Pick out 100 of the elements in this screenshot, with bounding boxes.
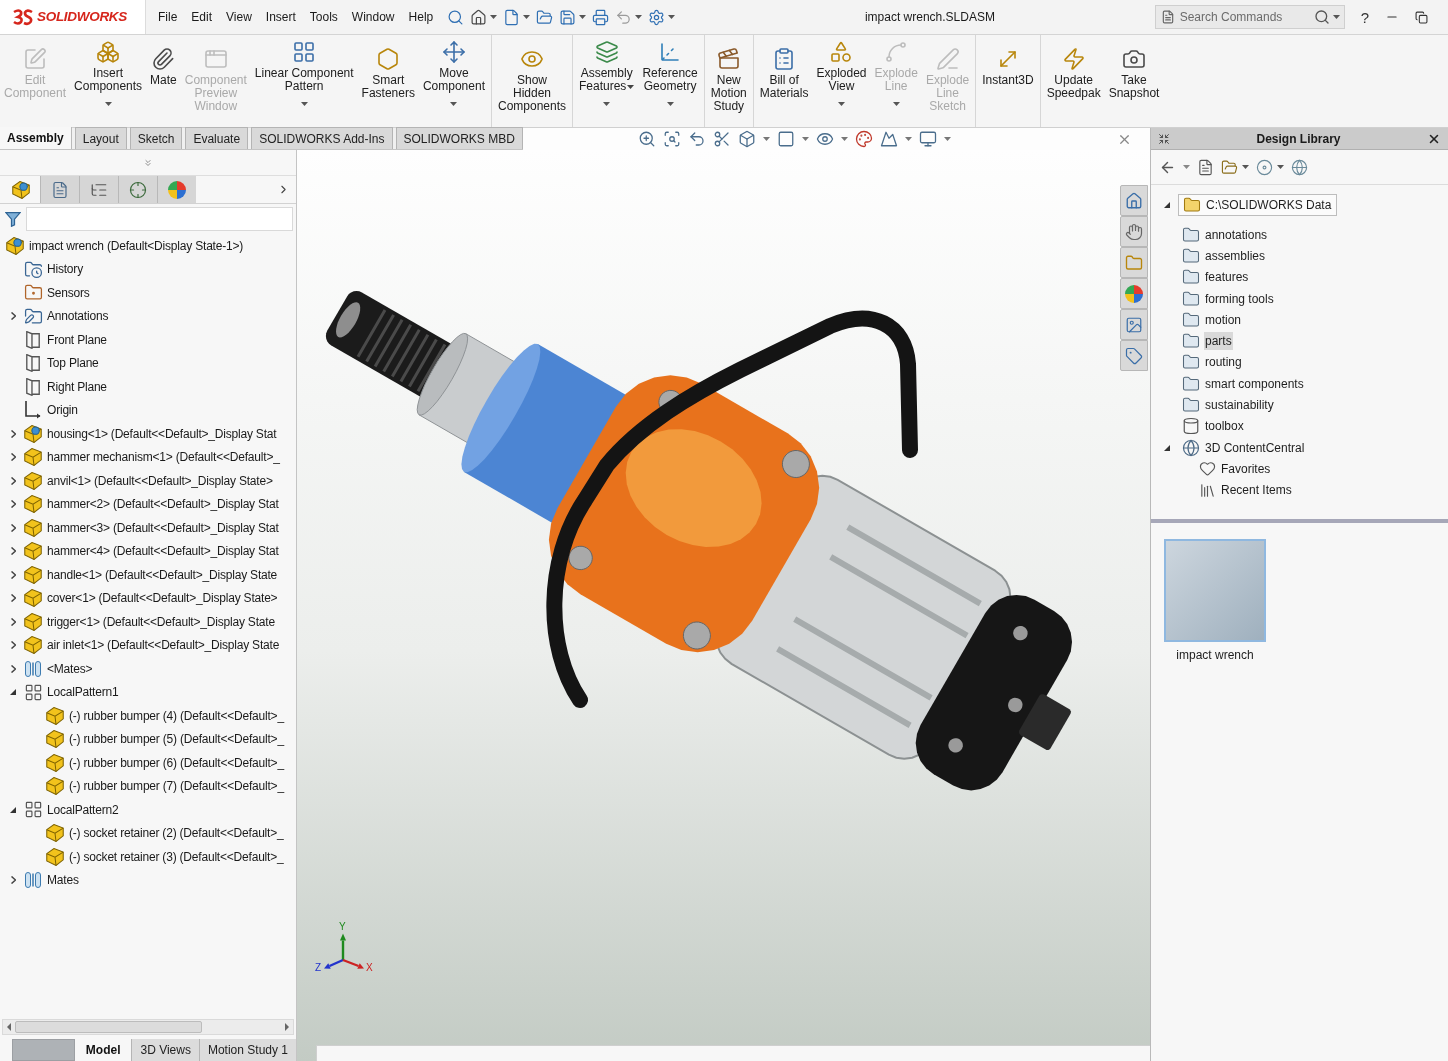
library-item[interactable]: sustainability (1204, 396, 1275, 414)
panel-tab[interactable] (79, 176, 118, 203)
chevron-right-icon[interactable] (10, 500, 16, 509)
library-item[interactable]: motion (1204, 310, 1243, 329)
search-icon[interactable] (447, 8, 465, 26)
tree-item[interactable]: Right Plane (47, 377, 107, 396)
caret-icon[interactable] (904, 137, 912, 141)
bottom-tab[interactable]: 3D Views (131, 1039, 199, 1061)
tree-item[interactable]: Sensors (47, 283, 90, 302)
shrink-icon[interactable] (1158, 132, 1170, 145)
chevron-right-icon[interactable] (10, 664, 16, 673)
triangle-down-icon[interactable] (1164, 202, 1170, 208)
library-item[interactable]: features (1204, 268, 1250, 287)
ribbon-button[interactable]: Assembly Features (575, 35, 639, 127)
filter-field[interactable] (26, 207, 293, 231)
tree-item[interactable]: hammer<4> (Default<<Default>_Display Stat (47, 542, 279, 561)
triangle-down-icon[interactable] (1164, 444, 1170, 451)
caret-icon[interactable] (579, 15, 587, 19)
printer-icon[interactable] (592, 8, 610, 26)
tree-item[interactable]: <Mates> (47, 659, 93, 678)
menu-item[interactable]: File (158, 8, 178, 26)
task-pane-tab[interactable] (1120, 185, 1148, 216)
tree-item[interactable]: Mates (47, 871, 79, 890)
caret-icon[interactable] (1183, 165, 1190, 169)
tree-item[interactable]: (-) socket retainer (3) (Default<<Default>_ (69, 847, 284, 866)
mountain-icon[interactable] (879, 130, 898, 148)
tree-item[interactable]: Annotations (47, 307, 109, 326)
triangle-down-icon[interactable] (10, 689, 16, 696)
scan-search-icon[interactable] (662, 130, 681, 148)
file-icon[interactable] (503, 8, 521, 26)
disc-icon[interactable] (1256, 158, 1273, 176)
caret-icon[interactable] (762, 137, 770, 141)
triangle-down-icon[interactable] (10, 806, 16, 813)
command-tab[interactable]: SOLIDWORKS Add-Ins (251, 127, 393, 149)
tree-item[interactable]: air inlet<1> (Default<<Default>_Display State (47, 636, 280, 655)
tree-item[interactable]: anvil<1> (Default<<Default>_Display State> (47, 471, 273, 490)
magnifier-icon[interactable] (637, 130, 656, 148)
house-icon[interactable] (470, 8, 488, 26)
menu-item[interactable]: Insert (265, 8, 296, 26)
ribbon-button[interactable]: Linear Component Pattern (250, 35, 358, 127)
square-icon[interactable] (776, 130, 795, 148)
horizontal-scrollbar[interactable] (2, 1019, 294, 1035)
tree-item[interactable]: (-) rubber bumper (6) (Default<<Default>_ (69, 753, 284, 772)
chevron-right-icon[interactable] (10, 617, 16, 626)
ribbon-button[interactable]: New Motion Study (706, 35, 751, 127)
tree-item[interactable]: hammer mechanism<1> (Default<<Default>_ (47, 448, 280, 467)
caret-icon[interactable] (668, 15, 676, 19)
chevron-right-icon[interactable] (10, 641, 16, 650)
filter-icon[interactable] (5, 211, 21, 227)
chevron-right-icon[interactable] (10, 312, 16, 321)
library-item[interactable]: assemblies (1204, 246, 1267, 265)
bottom-tab[interactable]: Motion Study 1 (198, 1039, 296, 1061)
caret-icon[interactable] (490, 15, 498, 19)
library-item[interactable]: C:\SOLIDWORKS Data (1205, 196, 1333, 214)
caret-icon[interactable] (943, 137, 951, 141)
caret-icon[interactable] (523, 15, 531, 19)
library-item[interactable]: smart components (1204, 374, 1305, 393)
scrollbar-thumb[interactable] (15, 1021, 202, 1033)
ribbon-button[interactable]: Smart Fasteners (357, 35, 419, 127)
task-pane-tab[interactable] (1120, 309, 1148, 340)
palette-icon[interactable] (854, 130, 873, 148)
chevron-right-icon[interactable] (10, 570, 16, 579)
menu-item[interactable]: View (226, 8, 252, 26)
library-item[interactable]: 3D ContentCentral (1204, 438, 1306, 457)
menu-item[interactable]: Tools (309, 8, 338, 26)
chevron-right-icon[interactable] (10, 429, 16, 438)
scroll-right-icon[interactable] (285, 1023, 289, 1031)
tree-item[interactable]: (-) rubber bumper (7) (Default<<Default>_ (69, 777, 284, 796)
folder-open-icon[interactable] (536, 8, 554, 26)
command-tab[interactable]: Sketch (129, 127, 183, 149)
ribbon-button[interactable]: Take Snapshot (1104, 35, 1164, 127)
caret-icon[interactable] (1332, 15, 1340, 19)
settings-icon[interactable] (648, 8, 666, 26)
caret-icon[interactable] (635, 15, 643, 19)
chevron-right-icon[interactable] (10, 594, 16, 603)
chevron-right-icon[interactable] (10, 476, 16, 485)
command-tab[interactable]: Evaluate (185, 127, 249, 149)
tree-item[interactable]: hammer<2> (Default<<Default>_Display Stat (47, 495, 279, 514)
ribbon-button[interactable]: Exploded View (812, 35, 871, 127)
command-tab[interactable]: Assembly (0, 127, 72, 149)
caret-icon[interactable] (801, 137, 809, 141)
globe-icon[interactable] (1291, 158, 1308, 176)
eye-icon[interactable] (815, 130, 834, 148)
library-item[interactable]: toolbox (1204, 417, 1245, 436)
library-item[interactable]: forming tools (1204, 289, 1275, 308)
library-item[interactable]: Recent Items (1220, 481, 1293, 500)
ribbon-button[interactable]: Instant3D (978, 35, 1038, 127)
document-icon[interactable] (1197, 158, 1214, 176)
ribbon-button[interactable]: Update Speedpak (1042, 35, 1105, 127)
tree-item[interactable]: impact wrench (Default<Display State-1>) (29, 236, 244, 255)
chevron-right-icon[interactable] (10, 547, 16, 556)
search-field[interactable]: Search Commands (1154, 5, 1345, 29)
tree-item[interactable]: LocalPattern1 (47, 683, 119, 702)
ribbon-button[interactable]: Reference Geometry (638, 35, 702, 127)
tree-item[interactable]: handle<1> (Default<<Default>_Display State (47, 565, 278, 584)
task-pane-tab[interactable] (1120, 216, 1148, 247)
library-item[interactable]: routing (1204, 353, 1243, 372)
chevron-right-icon[interactable] (10, 876, 16, 885)
tree-item[interactable]: trigger<1> (Default<<Default>_Display State (47, 612, 275, 631)
ribbon-button[interactable]: Insert Components (70, 35, 147, 127)
